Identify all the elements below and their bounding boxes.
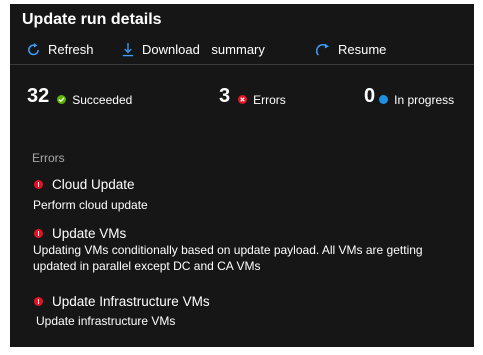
error-item-title-text: Update VMs xyxy=(52,226,127,241)
error-item-description: Perform cloud update xyxy=(33,198,148,212)
download-summary-label: Download summary xyxy=(142,41,265,57)
update-run-details-panel: Update run details Refresh Download summ… xyxy=(10,4,474,347)
error-item-title: Update Infrastructure VMs xyxy=(34,294,210,309)
succeeded-stat[interactable]: 32 Succeeded xyxy=(27,85,132,108)
errors-stat[interactable]: 3 Errors xyxy=(219,85,286,108)
in-progress-icon xyxy=(379,95,389,104)
in-progress-stat[interactable]: 0 In progress xyxy=(364,85,454,108)
errors-label: Errors xyxy=(253,92,286,107)
toolbar: Refresh Download summary Resume xyxy=(10,37,474,63)
error-x-icon xyxy=(238,95,248,104)
refresh-icon xyxy=(26,42,41,57)
succeeded-label: Succeeded xyxy=(72,92,133,107)
error-item-title-text: Cloud Update xyxy=(52,177,135,192)
error-icon xyxy=(34,229,43,238)
errors-count: 3 xyxy=(219,85,231,107)
panel-title: Update run details xyxy=(22,11,162,28)
error-icon xyxy=(34,180,43,189)
download-icon xyxy=(121,42,135,57)
error-item-title: Update VMs xyxy=(34,226,126,241)
in-progress-count: 0 xyxy=(364,85,376,107)
error-item-title-text: Update Infrastructure VMs xyxy=(52,294,210,309)
errors-section-label: Errors xyxy=(32,151,65,165)
in-progress-label: In progress xyxy=(394,92,455,107)
check-icon xyxy=(57,95,67,104)
download-summary-button[interactable]: Download summary xyxy=(121,39,265,59)
resume-button[interactable]: Resume xyxy=(316,39,386,59)
error-icon xyxy=(34,297,43,306)
resume-label: Resume xyxy=(338,41,387,57)
error-item-description: Update infrastructure VMs xyxy=(36,314,176,328)
resume-icon xyxy=(316,42,331,57)
refresh-label: Refresh xyxy=(48,41,94,57)
header-divider xyxy=(10,64,474,65)
refresh-button[interactable]: Refresh xyxy=(26,39,94,59)
error-item-title: Cloud Update xyxy=(34,177,135,192)
succeeded-count: 32 xyxy=(27,85,50,107)
error-item-description: Updating VMs conditionally based on upda… xyxy=(33,243,423,273)
